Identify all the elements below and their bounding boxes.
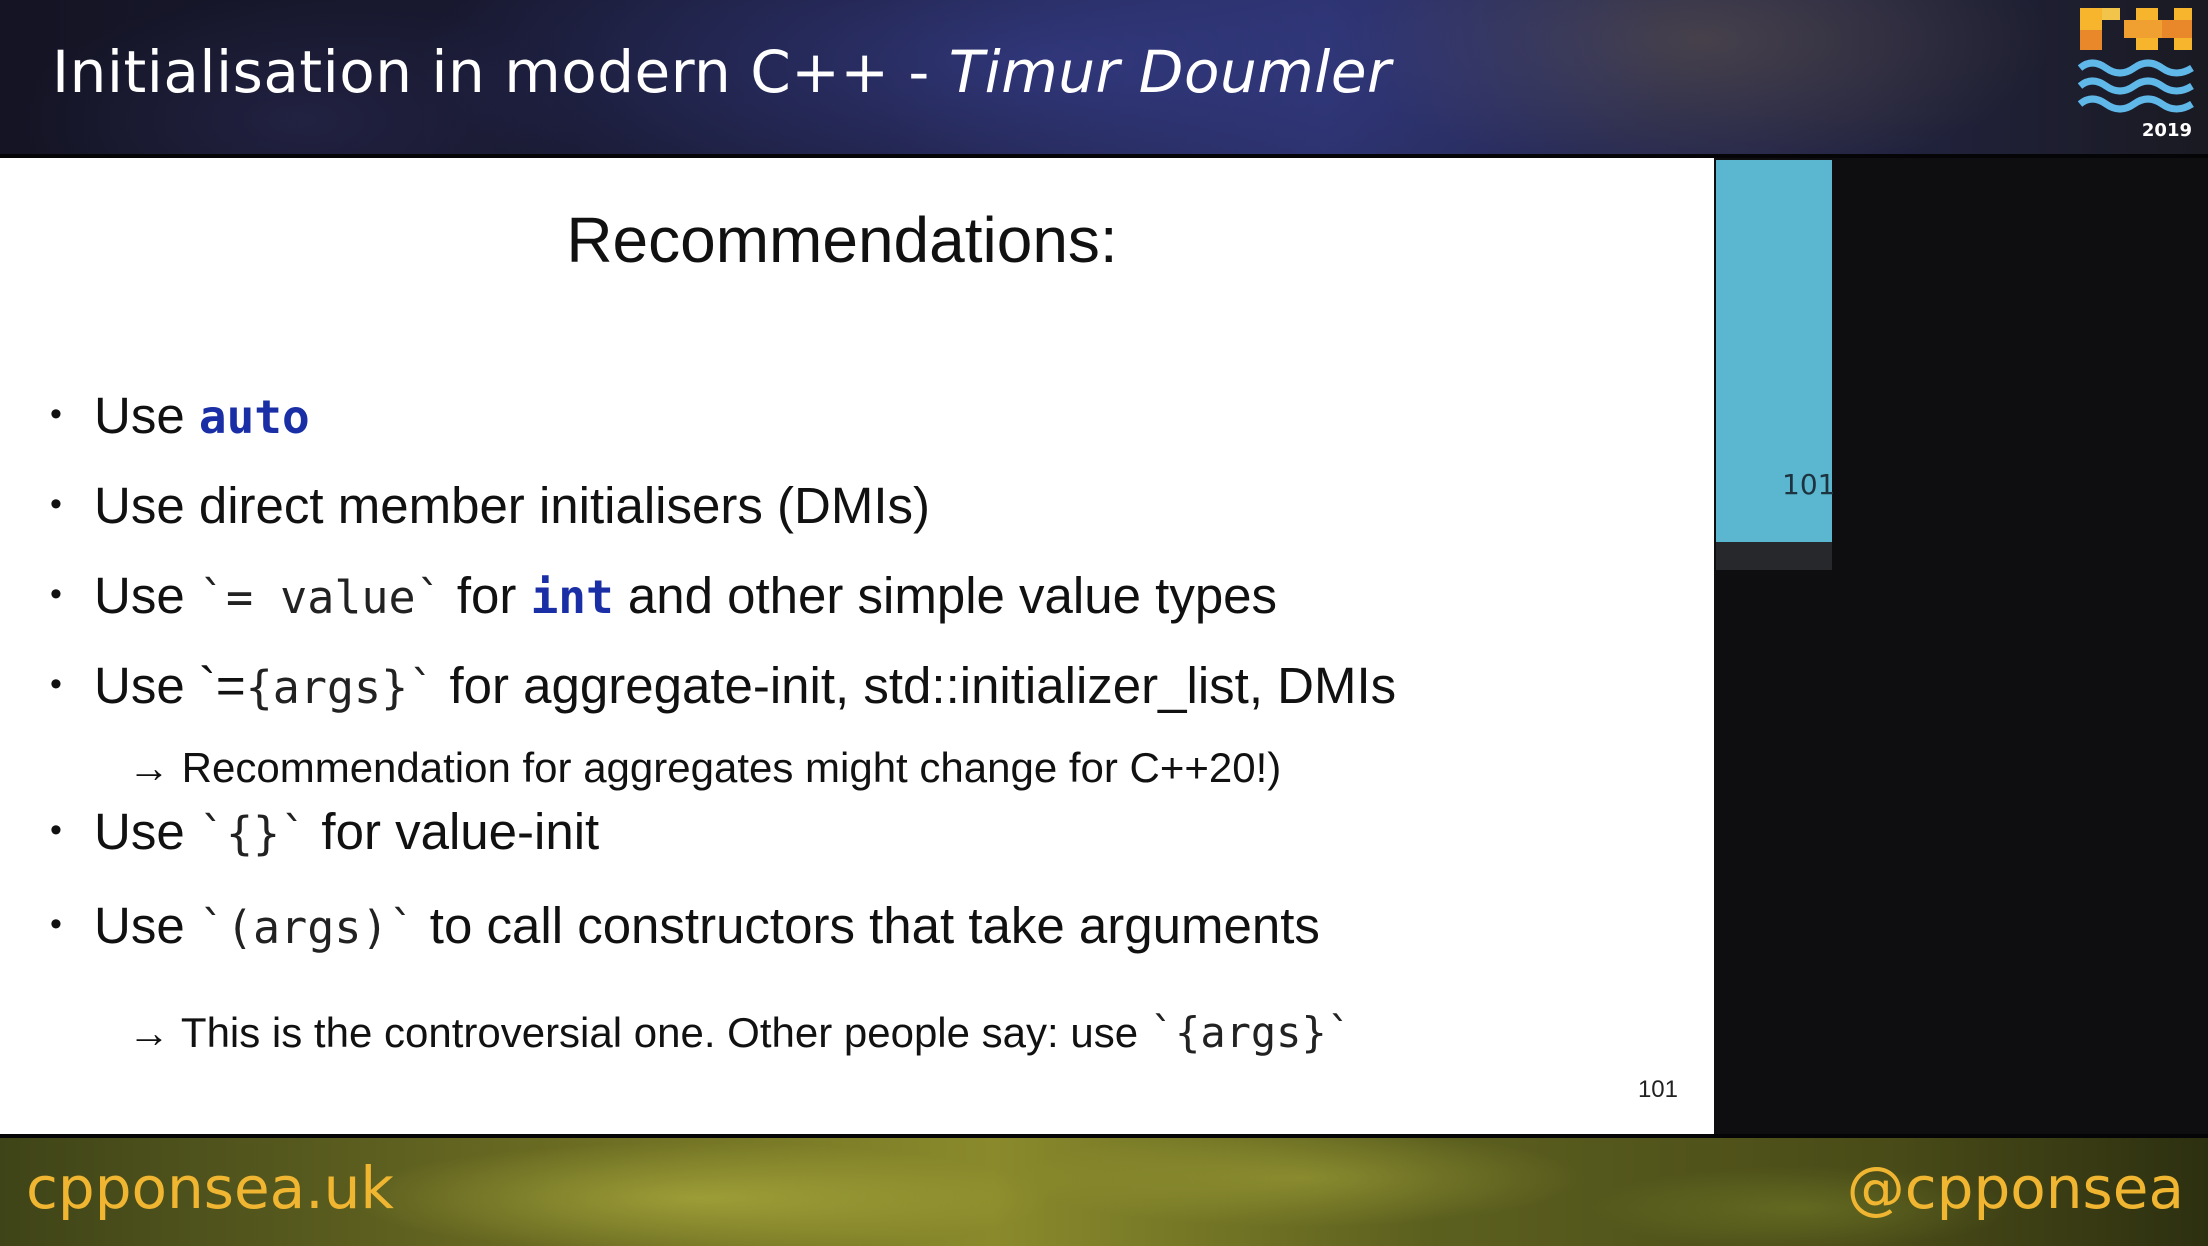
sub-note: → Recommendation for aggregates might ch… — [128, 744, 1281, 792]
code-keyword: int — [530, 570, 614, 624]
thumbnail-page-number: 101 — [1782, 468, 1836, 501]
bullet-text: and other simple value types — [613, 567, 1278, 624]
bullet-dot: • — [50, 485, 62, 523]
code-snippet: `(args)` — [198, 901, 416, 954]
bullet-text: Use `= — [94, 657, 246, 714]
thumbnail-shadow — [1716, 542, 1832, 570]
bullet-dot: • — [50, 811, 62, 849]
bullet-item: • Use `= value` for int and other simple … — [50, 566, 1277, 625]
bullet-dot: • — [50, 395, 62, 433]
speaker-name: Timur Doumler — [948, 38, 1392, 106]
bullet-item: • Use direct member initialisers (DMIs) — [50, 476, 930, 535]
arrow-icon: → — [128, 744, 170, 791]
bullet-text: Use — [94, 387, 199, 444]
sub-note-text: This is the controversial one. Other peo… — [170, 1009, 1150, 1056]
bottom-banner: cpponsea.uk @cpponsea — [0, 1134, 2208, 1246]
code-snippet: {args}` — [245, 661, 436, 714]
arrow-icon: → — [128, 1009, 170, 1056]
bullet-item: • Use `={args}` for aggregate-init, std::… — [50, 656, 1396, 715]
talk-title-text: Initialisation in modern C++ - — [52, 38, 949, 106]
bullet-dot: • — [50, 665, 62, 703]
bullet-dot: • — [50, 905, 62, 943]
code-keyword: auto — [198, 390, 310, 444]
top-banner: Initialisation in modern C++ - Timur Dou… — [0, 0, 2208, 158]
code-snippet: `{}` — [198, 807, 308, 860]
bullet-text: for — [442, 567, 531, 624]
bullet-text: for aggregate-init, std::initializer_lis… — [435, 657, 1397, 714]
slide: Recommendations: • Use auto • Use direct m… — [0, 158, 1714, 1134]
talk-title: Initialisation in modern C++ - Timur Dou… — [52, 38, 1391, 106]
bullet-item: • Use auto — [50, 386, 310, 445]
footer-handle: @cpponsea — [1846, 1154, 2184, 1222]
bullet-text: Use direct member initialisers (DMIs) — [94, 477, 930, 534]
footer-url: cpponsea.uk — [26, 1154, 394, 1222]
bullet-text: to call constructors that take arguments — [415, 897, 1320, 954]
sub-note: → This is the controversial one. Other p… — [128, 1008, 1352, 1057]
bullet-item: • Use `{}` for value-init — [50, 802, 599, 861]
sub-note-text: Recommendation for aggregates might chan… — [170, 744, 1282, 791]
bullet-dot: • — [50, 575, 62, 613]
slide-title: Recommendations: — [566, 204, 1118, 276]
code-snippet: `{args}` — [1149, 1008, 1353, 1057]
code-snippet: `= value` — [198, 571, 443, 624]
logo-year: 2019 — [2141, 120, 2192, 141]
bullet-text: Use — [94, 897, 199, 954]
page-number: 101 — [1637, 1076, 1678, 1103]
bullet-text: for value-init — [307, 803, 600, 860]
bullet-text: Use — [94, 803, 199, 860]
bullet-item: • Use `(args)` to call constructors that … — [50, 896, 1320, 955]
bullet-text: Use — [94, 567, 199, 624]
